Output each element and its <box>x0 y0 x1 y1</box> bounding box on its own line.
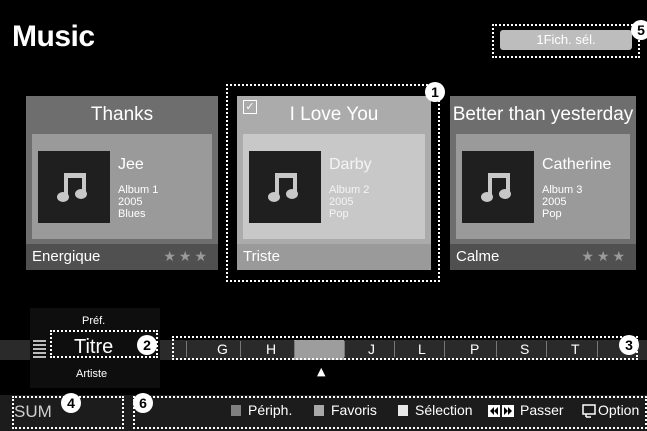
skip-buttons-icon <box>488 405 514 417</box>
card-footer: Calme ★★★ <box>450 244 636 270</box>
mood-label: Calme <box>456 248 500 265</box>
button-a-swatch <box>231 405 241 416</box>
album-genre: Blues <box>118 208 146 220</box>
card-title: Thanks <box>90 104 154 125</box>
album-year: 2005 <box>542 196 567 208</box>
music-card-thanks[interactable]: Thanks Jee Album 1 2005 Blues Energique … <box>26 96 218 270</box>
sort-next[interactable]: Artiste <box>76 368 107 380</box>
list-menu-icon <box>33 340 46 358</box>
music-note-icon <box>481 173 511 202</box>
callout-badge-3: 3 <box>619 335 639 355</box>
legend-periph[interactable]: Périph. <box>248 402 292 418</box>
card-footer: Energique ★★★ <box>26 244 218 270</box>
album-name: Album 1 <box>118 184 159 196</box>
callout-box-3 <box>172 336 638 360</box>
rating-stars: ★★★ <box>163 249 210 265</box>
card-body: Catherine Album 3 2005 Pop <box>456 134 630 239</box>
button-b-swatch <box>314 405 324 416</box>
album-genre: Pop <box>542 208 562 220</box>
callout-badge-6: 6 <box>133 393 153 413</box>
album-year: 2005 <box>118 196 143 208</box>
legend-favoris[interactable]: Favoris <box>331 402 377 418</box>
tools-icon <box>582 404 596 418</box>
mood-label: Energique <box>32 248 101 265</box>
rating-stars: ★★★ <box>581 249 628 265</box>
card-title: Better than yesterday <box>452 104 634 125</box>
music-screen: Music 1Fich. sél. 5 Thanks Jee Album 1 2… <box>0 0 647 431</box>
legend-option[interactable]: Option <box>598 402 639 418</box>
album-name: Album 3 <box>542 184 583 196</box>
album-art <box>462 151 534 223</box>
callout-box-1 <box>226 84 440 282</box>
callout-badge-5: 5 <box>631 20 647 40</box>
callout-badge-4: 4 <box>61 393 81 413</box>
legend-passer[interactable]: Passer <box>520 402 564 418</box>
callout-box-5 <box>492 24 640 58</box>
callout-box-6 <box>133 396 647 429</box>
card-body: Jee Album 1 2005 Blues <box>32 134 212 239</box>
callout-badge-2: 2 <box>137 335 157 355</box>
album-art <box>38 151 110 223</box>
button-c-swatch <box>398 405 408 416</box>
sort-previous[interactable]: Préf. <box>82 315 105 327</box>
music-card-better-than-yesterday[interactable]: Better than yesterday Catherine Album 3 … <box>450 96 636 270</box>
music-note-icon <box>57 173 87 202</box>
artist-name: Jee <box>118 156 144 173</box>
artist-name: Catherine <box>542 156 612 173</box>
page-title: Music <box>12 20 95 53</box>
legend-selection[interactable]: Sélection <box>415 402 473 418</box>
index-pointer-icon: ▲ <box>317 365 326 378</box>
callout-badge-1: 1 <box>425 82 445 102</box>
